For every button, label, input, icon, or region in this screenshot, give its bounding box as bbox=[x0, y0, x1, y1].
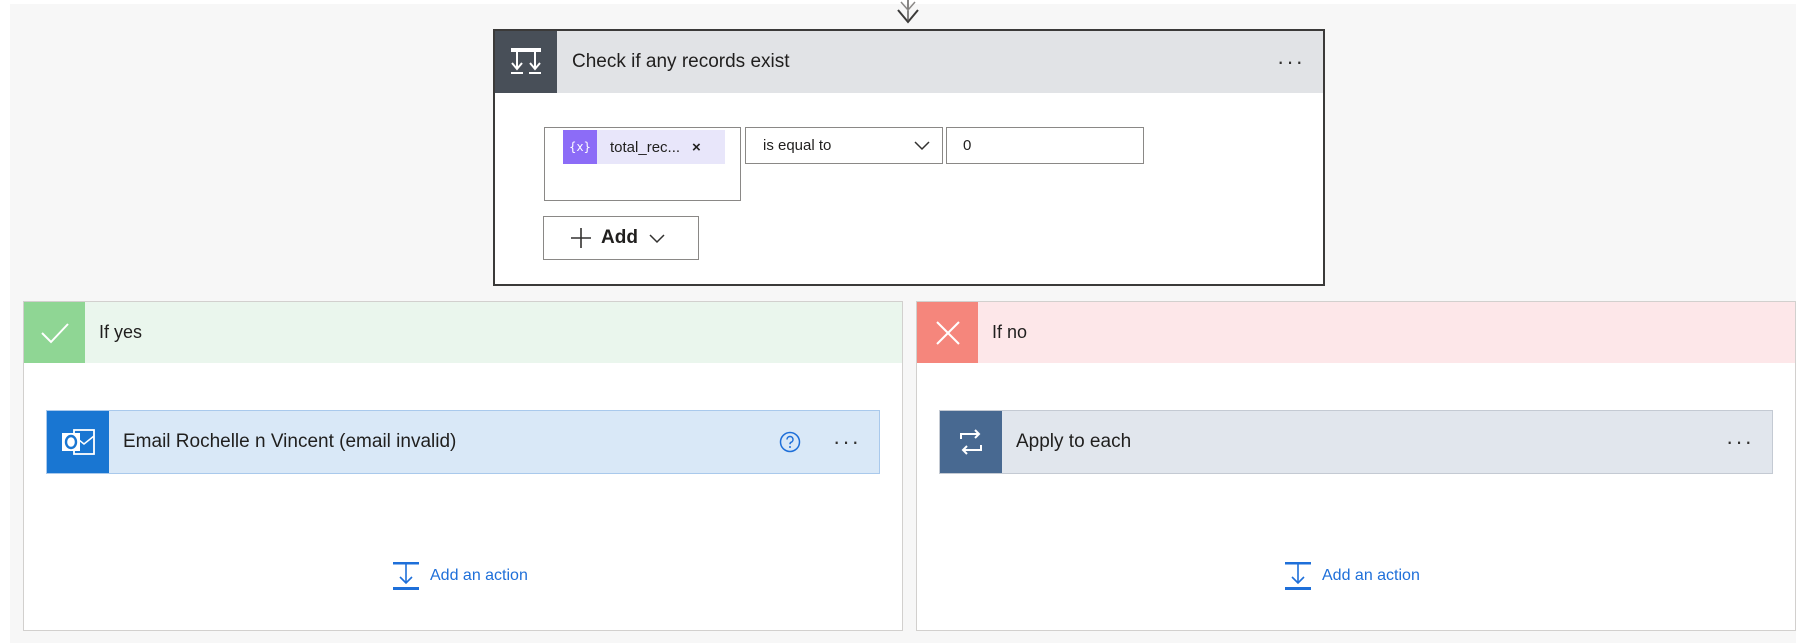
branch-if-yes: If yes Email Rochelle n Vincent (email i… bbox=[23, 301, 903, 631]
condition-card[interactable]: Check if any records exist ··· {x} total… bbox=[493, 29, 1325, 286]
condition-left-operand[interactable]: {x} total_rec... × bbox=[544, 127, 741, 201]
connector-arrow-icon bbox=[897, 0, 919, 24]
branch-no-title: If no bbox=[992, 322, 1028, 342]
help-icon[interactable] bbox=[779, 431, 801, 453]
checkmark-icon bbox=[24, 302, 85, 363]
add-condition-button[interactable]: Add bbox=[543, 216, 699, 260]
dynamic-content-token[interactable]: {x} total_rec... × bbox=[563, 130, 725, 164]
branch-yes-header[interactable]: If yes bbox=[24, 302, 902, 363]
condition-title: Check if any records exist bbox=[572, 51, 790, 72]
action-more-menu[interactable]: ··· bbox=[1726, 431, 1754, 453]
close-icon bbox=[917, 302, 978, 363]
variable-icon: {x} bbox=[563, 130, 597, 164]
condition-more-menu[interactable]: ··· bbox=[1277, 51, 1305, 73]
branch-yes-title: If yes bbox=[99, 322, 143, 342]
action-title: Apply to each bbox=[1016, 431, 1132, 452]
add-action-icon bbox=[393, 562, 419, 590]
add-button-label: Add bbox=[601, 227, 638, 248]
branch-if-no: If no Apply to each ··· Add an action bbox=[916, 301, 1796, 631]
outlook-icon bbox=[47, 411, 109, 473]
operator-dropdown[interactable]: is equal to bbox=[745, 127, 943, 164]
chevron-down-icon bbox=[914, 141, 930, 151]
plus-icon bbox=[571, 228, 591, 248]
add-action-button[interactable]: Add an action bbox=[1284, 561, 1420, 591]
condition-header[interactable]: Check if any records exist ··· bbox=[495, 31, 1323, 93]
action-more-menu[interactable]: ··· bbox=[833, 431, 861, 453]
add-action-label: Add an action bbox=[1322, 567, 1420, 584]
add-action-button[interactable]: Add an action bbox=[392, 561, 528, 591]
condition-icon bbox=[495, 31, 557, 93]
token-remove-button[interactable]: × bbox=[692, 139, 701, 156]
action-card-apply-to-each[interactable]: Apply to each ··· bbox=[939, 410, 1773, 474]
condition-value-input[interactable] bbox=[946, 127, 1144, 164]
branch-no-header[interactable]: If no bbox=[917, 302, 1795, 363]
action-card-email[interactable]: Email Rochelle n Vincent (email invalid)… bbox=[46, 410, 880, 474]
token-label: total_rec... bbox=[610, 138, 681, 156]
operator-value: is equal to bbox=[763, 137, 832, 154]
action-title: Email Rochelle n Vincent (email invalid) bbox=[123, 431, 457, 452]
add-action-icon bbox=[1285, 562, 1311, 590]
loop-icon bbox=[940, 411, 1002, 473]
add-action-label: Add an action bbox=[430, 567, 528, 584]
chevron-down-icon bbox=[649, 234, 665, 244]
